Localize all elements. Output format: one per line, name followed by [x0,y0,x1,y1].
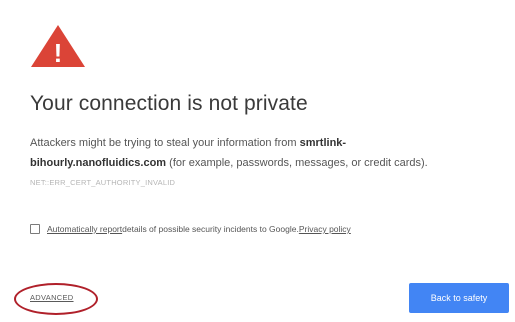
automatic-report-link[interactable]: Automatically report [47,224,122,234]
message-suffix: (for example, passwords, messages, or cr… [166,157,428,169]
privacy-policy-link[interactable]: Privacy policy [299,224,351,234]
warning-message: Attackers might be trying to steal your … [30,133,500,173]
advanced-area: ADVANCED [14,283,98,315]
page-title: Your connection is not private [30,92,308,115]
host-name-part1: smrtlink- [299,137,347,149]
host-name-part2: bihourly.nanofluidics.com [30,157,167,169]
warning-triangle-icon: ! [30,24,86,68]
report-row: Automatically report details of possible… [30,224,351,234]
report-checkbox[interactable] [30,224,40,234]
report-text: details of possible security incidents t… [122,224,299,234]
message-prefix: Attackers might be trying to steal your … [30,137,300,149]
interstitial-page: ! Your connection is not private Attacke… [0,0,515,322]
back-to-safety-button[interactable]: Back to safety [409,283,509,313]
warning-glyph: ! [54,38,63,68]
advanced-link[interactable]: ADVANCED [30,293,74,302]
error-code: NET::ERR_CERT_AUTHORITY_INVALID [30,178,176,187]
